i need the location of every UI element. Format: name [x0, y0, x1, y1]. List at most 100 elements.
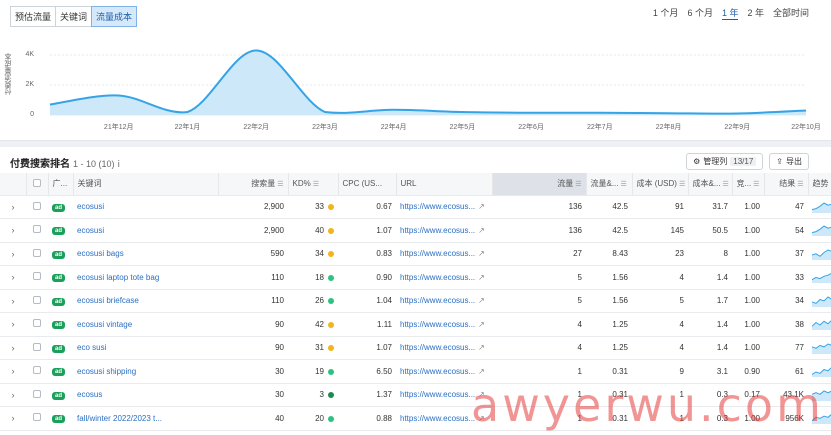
row-select[interactable] — [26, 312, 48, 337]
external-link-icon[interactable]: ↗ — [478, 226, 485, 235]
select-all-checkbox[interactable] — [33, 178, 41, 187]
row-checkbox[interactable] — [33, 272, 41, 281]
table-row[interactable]: › ad ecosusi vintage 90 42 1.11 https://www.ec… — [0, 312, 831, 337]
row-select[interactable] — [26, 359, 48, 384]
external-link-icon[interactable]: ↗ — [478, 320, 485, 329]
url-link[interactable]: https://www.ecosus... — [400, 296, 475, 305]
header-trend[interactable]: 趋势 — [808, 173, 831, 196]
row-checkbox[interactable] — [33, 366, 41, 375]
table-row[interactable]: › ad ecosusi 2,900 40 1.07 https://www.ecosus.… — [0, 218, 831, 243]
table-row[interactable]: › ad eco susi 90 31 1.07 https://www.ecosus...… — [0, 336, 831, 360]
row-checkbox[interactable] — [33, 342, 41, 351]
row-checkbox[interactable] — [33, 413, 41, 422]
row-select[interactable] — [26, 336, 48, 360]
row-checkbox[interactable] — [33, 389, 41, 398]
expand-chevron-icon[interactable]: › — [0, 359, 26, 384]
row-checkbox[interactable] — [33, 319, 41, 328]
expand-chevron-icon[interactable]: › — [0, 383, 26, 407]
url-link[interactable]: https://www.ecosus... — [400, 249, 475, 258]
url-cell[interactable]: https://www.ecosus... ↗ — [396, 195, 492, 219]
url-cell[interactable]: https://www.ecosus... ↗ — [396, 218, 492, 243]
keyword-link[interactable]: ecosusi shipping — [73, 359, 218, 384]
url-link[interactable]: https://www.ecosus... — [400, 367, 475, 376]
external-link-icon[interactable]: ↗ — [478, 414, 485, 423]
keyword-link[interactable]: ecosusi laptop tote bag — [73, 265, 218, 290]
row-select[interactable] — [26, 218, 48, 243]
table-row[interactable]: › ad ecosusi bags 590 34 0.83 https://www.ecos… — [0, 242, 831, 266]
keyword-link[interactable]: ecosusi — [73, 195, 218, 219]
header-url[interactable]: URL — [396, 173, 493, 196]
header-cost[interactable]: 成本 (USD) ☰ — [632, 173, 689, 196]
url-cell[interactable]: https://www.ecosus... ↗ — [396, 312, 492, 337]
row-checkbox[interactable] — [33, 295, 41, 304]
manage-columns-button[interactable]: ⚙ 管理列 13/17 — [686, 153, 764, 170]
row-checkbox[interactable] — [33, 201, 41, 210]
external-link-icon[interactable]: ↗ — [478, 273, 485, 282]
header-traffic-pct[interactable]: 流量&... ☰ — [586, 173, 633, 196]
keyword-link[interactable]: ecosusi — [73, 218, 218, 243]
expand-chevron-icon[interactable]: › — [0, 242, 26, 266]
row-select[interactable] — [26, 289, 48, 313]
header-traffic[interactable]: 流量 ☰ — [492, 173, 587, 196]
traffic-cell: 5 — [492, 265, 586, 290]
url-link[interactable]: https://www.ecosus... — [400, 226, 475, 235]
url-cell[interactable]: https://www.ecosus... ↗ — [396, 383, 492, 407]
keyword-link[interactable]: eco susi — [73, 336, 218, 360]
external-link-icon[interactable]: ↗ — [478, 390, 485, 399]
keyword-link[interactable]: ecosusi vintage — [73, 312, 218, 337]
url-cell[interactable]: https://www.ecosus... ↗ — [396, 289, 492, 313]
expand-chevron-icon[interactable]: › — [0, 336, 26, 360]
external-link-icon[interactable]: ↗ — [478, 343, 485, 352]
url-link[interactable]: https://www.ecosus... — [400, 414, 475, 423]
row-select[interactable] — [26, 383, 48, 407]
expand-chevron-icon[interactable]: › — [0, 195, 26, 219]
table-row[interactable]: › ad fall/winter 2022/2023 t... 40 20 0.88 htt… — [0, 406, 831, 431]
table-row[interactable]: › ad ecosusi 2,900 33 0.67 https://www.ecosus.… — [0, 195, 831, 219]
url-cell[interactable]: https://www.ecosus... ↗ — [396, 265, 492, 290]
header-keyword[interactable]: 关键词 — [73, 173, 219, 196]
url-cell[interactable]: https://www.ecosus... ↗ — [396, 359, 492, 384]
header-cost-pct[interactable]: 成本&... ☰ — [688, 173, 733, 196]
header-results[interactable]: 结果 ☰ — [764, 173, 809, 196]
expand-chevron-icon[interactable]: › — [0, 218, 26, 243]
traffic-cell: 5 — [492, 289, 586, 313]
header-volume[interactable]: 搜索量 ☰ — [218, 173, 289, 196]
row-select[interactable] — [26, 242, 48, 266]
row-select[interactable] — [26, 265, 48, 290]
keyword-link[interactable]: ecosusi briefcase — [73, 289, 218, 313]
keyword-link[interactable]: fall/winter 2022/2023 t... — [73, 406, 218, 431]
export-button[interactable]: ⇪ 导出 — [769, 153, 809, 170]
header-kd[interactable]: KD% ☰ — [288, 173, 339, 196]
header-cpc[interactable]: CPC (US... — [338, 173, 397, 196]
external-link-icon[interactable]: ↗ — [478, 202, 485, 211]
url-link[interactable]: https://www.ecosus... — [400, 273, 475, 282]
header-ad[interactable]: 广... — [48, 173, 74, 196]
expand-chevron-icon[interactable]: › — [0, 289, 26, 313]
expand-chevron-icon[interactable]: › — [0, 312, 26, 337]
info-icon[interactable]: ⅰ — [118, 159, 121, 170]
table-row[interactable]: › ad ecosus 30 3 1.37 https://www.ecosus... ↗ 1 0… — [0, 383, 831, 407]
url-link[interactable]: https://www.ecosus... — [400, 202, 475, 211]
expand-chevron-icon[interactable]: › — [0, 265, 26, 290]
url-link[interactable]: https://www.ecosus... — [400, 320, 475, 329]
external-link-icon[interactable]: ↗ — [478, 367, 485, 376]
external-link-icon[interactable]: ↗ — [478, 249, 485, 258]
url-link[interactable]: https://www.ecosus... — [400, 343, 475, 352]
url-cell[interactable]: https://www.ecosus... ↗ — [396, 336, 492, 360]
row-checkbox[interactable] — [33, 248, 41, 257]
keyword-link[interactable]: ecosus — [73, 383, 218, 407]
url-cell[interactable]: https://www.ecosus... ↗ — [396, 242, 492, 266]
url-cell[interactable]: https://www.ecosus... ↗ — [396, 406, 492, 431]
table-row[interactable]: › ad ecosusi laptop tote bag 110 18 0.90 https… — [0, 265, 831, 290]
external-link-icon[interactable]: ↗ — [478, 296, 485, 305]
row-checkbox[interactable] — [33, 225, 41, 234]
header-competition[interactable]: 竞... ☰ — [732, 173, 765, 196]
keyword-link[interactable]: ecosusi bags — [73, 242, 218, 266]
expand-chevron-icon[interactable]: › — [0, 406, 26, 431]
table-row[interactable]: › ad ecosusi briefcase 110 26 1.04 https://www… — [0, 289, 831, 313]
row-select[interactable] — [26, 406, 48, 431]
row-select[interactable] — [26, 195, 48, 219]
header-select[interactable] — [26, 173, 49, 196]
url-link[interactable]: https://www.ecosus... — [400, 390, 475, 399]
table-row[interactable]: › ad ecosusi shipping 30 19 6.50 https://www.e… — [0, 359, 831, 384]
